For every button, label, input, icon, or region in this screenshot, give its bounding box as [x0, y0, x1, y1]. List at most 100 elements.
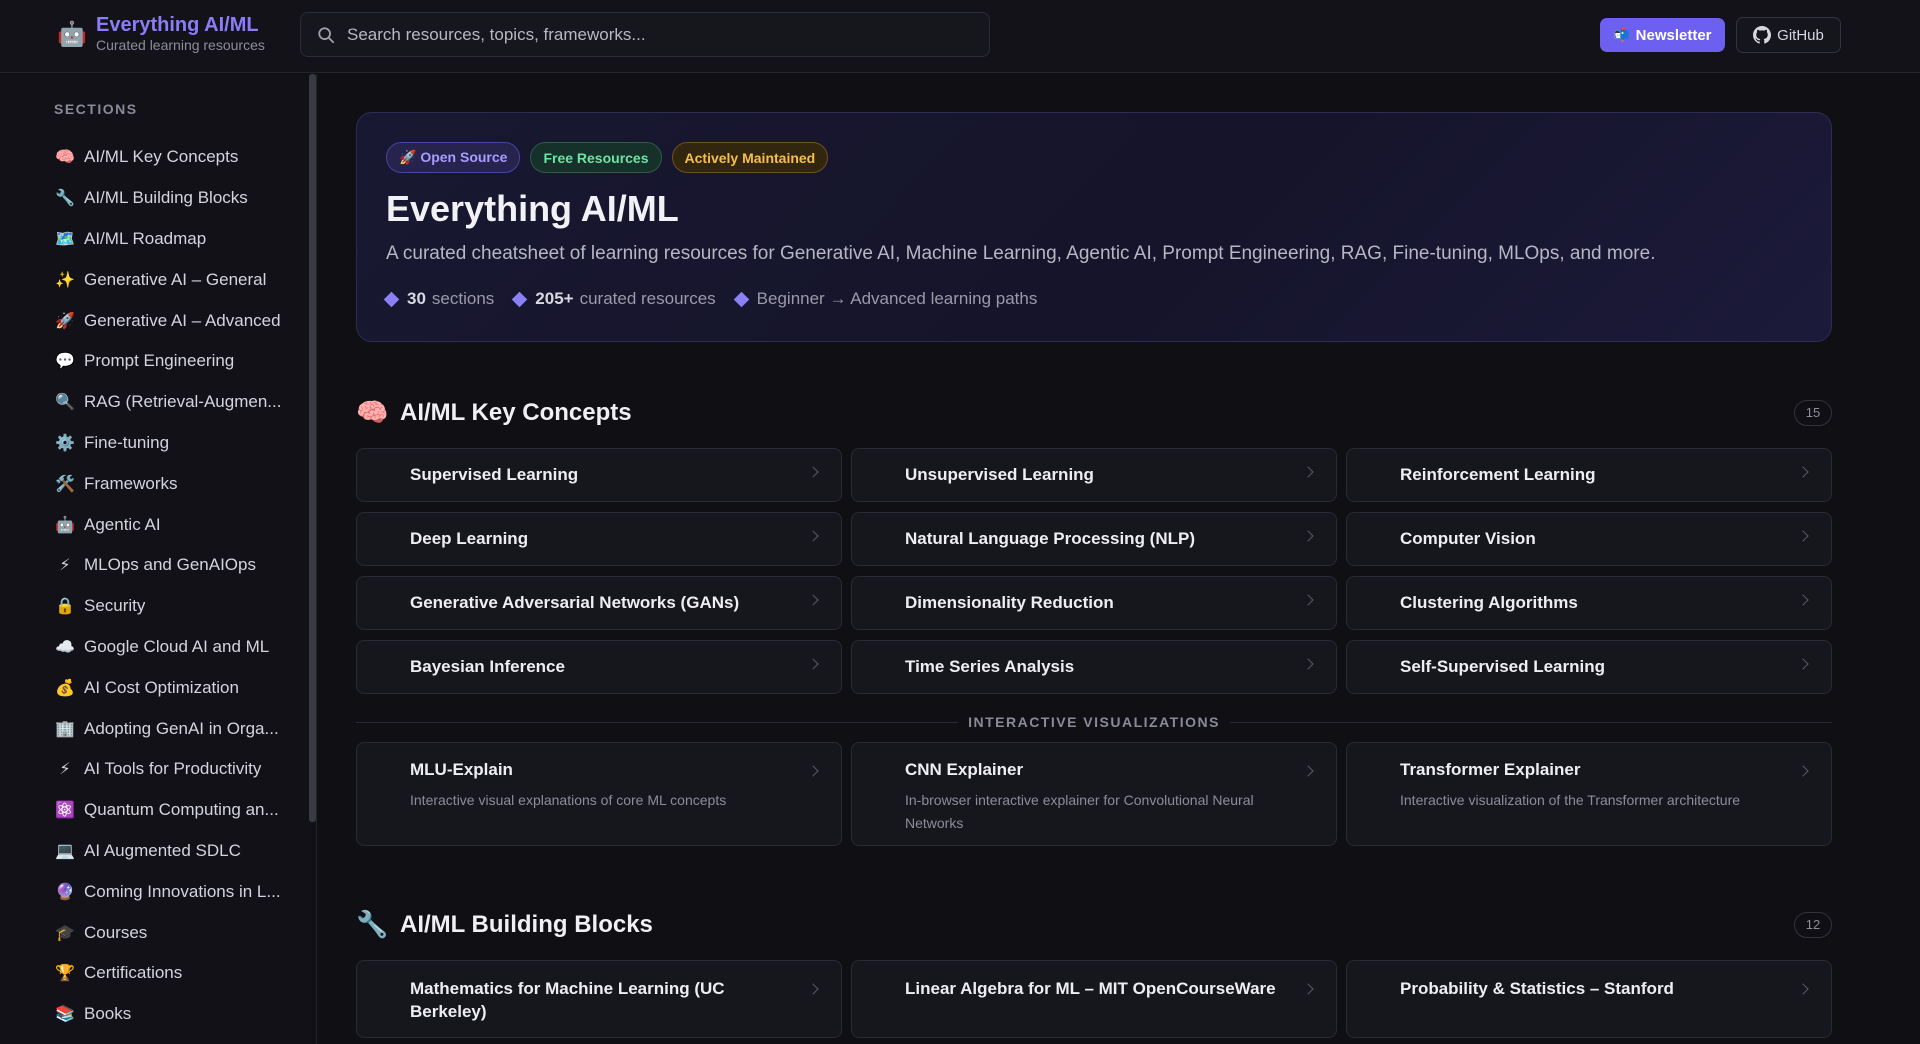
resource-card[interactable]: Computer Vision — [1346, 512, 1832, 566]
chevron-right-icon — [807, 765, 819, 777]
sidebar-item-icon: 🔒 — [55, 598, 75, 616]
sidebar-item-icon: ⚡ — [59, 761, 71, 779]
chevron-right-icon — [1797, 765, 1809, 777]
mailbox-icon: 📬 — [1613, 27, 1630, 42]
sidebar-item[interactable]: 💻 AI Augmented SDLC — [54, 831, 294, 872]
sidebar-item[interactable]: 🤖 Agentic AI — [54, 504, 294, 545]
newsletter-button[interactable]: 📬 Newsletter — [1600, 18, 1725, 52]
free-resources-badge: Free Resources — [530, 142, 662, 173]
diamond-icon — [512, 291, 528, 307]
visualization-card-description: Interactive visualization of the Transfo… — [1400, 792, 1741, 808]
sidebar-item[interactable]: 🏆 Certifications — [54, 953, 294, 994]
resource-card[interactable]: Deep Learning — [356, 512, 842, 566]
hero-banner: 🚀 Open Source Free Resources Actively Ma… — [356, 112, 1832, 342]
resource-card-title: Linear Algebra for ML – MIT OpenCourseWa… — [905, 979, 1276, 998]
resource-card[interactable]: Linear Algebra for ML – MIT OpenCourseWa… — [851, 960, 1337, 1038]
sidebar-item[interactable]: 🔧 AI/ML Building Blocks — [54, 178, 294, 219]
sidebar-item-icon: 🔧 — [55, 190, 75, 208]
resource-card[interactable]: Unsupervised Learning — [851, 448, 1337, 502]
sidebar-item-label: MLOps and GenAIOps — [84, 555, 256, 575]
sidebar-item-icon: 📚 — [55, 1006, 75, 1024]
sidebar-item[interactable]: 💰 AI Cost Optimization — [54, 667, 294, 708]
sidebar-item-icon: 🚀 — [55, 312, 75, 330]
chevron-right-icon — [1797, 594, 1809, 606]
resource-card[interactable]: Supervised Learning — [356, 448, 842, 502]
resource-card[interactable]: Dimensionality Reduction — [851, 576, 1337, 630]
resource-card[interactable]: Generative Adversarial Networks (GANs) — [356, 576, 842, 630]
sidebar-item-label: Books — [84, 1004, 132, 1024]
chevron-right-icon — [1302, 466, 1314, 478]
key-concepts-grid: Supervised Learning Unsupervised Learning… — [356, 448, 1834, 694]
resource-card[interactable]: Reinforcement Learning — [1346, 448, 1832, 502]
sidebar-item-label: Generative AI – Advanced — [84, 310, 281, 330]
chevron-right-icon — [1302, 658, 1314, 670]
resource-card[interactable]: Self-Supervised Learning — [1346, 640, 1832, 694]
resource-card[interactable]: Clustering Algorithms — [1346, 576, 1832, 630]
sidebar-heading: SECTIONS — [54, 101, 138, 117]
resource-card[interactable]: Probability & Statistics – Stanford — [1346, 960, 1832, 1038]
visualization-card[interactable]: CNN Explainer In-browser interactive expl… — [851, 742, 1337, 846]
sidebar-item-label: AI/ML Roadmap — [84, 228, 207, 248]
sidebar-item[interactable]: ⚡ MLOps and GenAIOps — [54, 545, 294, 586]
sidebar-item-label: Certifications — [84, 963, 183, 983]
sidebar-item-label: Adopting GenAI in Orga... — [84, 718, 279, 738]
sidebar-item[interactable]: 🔮 Coming Innovations in L... — [54, 871, 294, 912]
search-input[interactable] — [347, 24, 947, 45]
resource-card-title: Mathematics for Machine Learning (UC Ber… — [410, 979, 725, 1021]
sidebar-item[interactable]: ✨ Generative AI – General — [54, 259, 294, 300]
sidebar-item-icon: 🤖 — [55, 516, 75, 534]
resource-card[interactable]: Bayesian Inference — [356, 640, 842, 694]
chevron-right-icon — [807, 594, 819, 606]
top-bar: 🤖 Everything AI/ML Curated learning reso… — [0, 0, 1920, 73]
chevron-right-icon — [1302, 530, 1314, 542]
sidebar-item[interactable]: 🧠 AI/ML Key Concepts — [54, 137, 294, 178]
sidebar-item-label: Agentic AI — [84, 514, 161, 534]
brain-icon: 🧠 — [356, 397, 389, 427]
chevron-right-icon — [1797, 983, 1809, 995]
sidebar-item[interactable]: 🎓 Courses — [54, 912, 294, 953]
brand-subtitle: Curated learning resources — [96, 37, 265, 53]
section-header-building-blocks: 🔧 AI/ML Building Blocks 12 — [356, 909, 1832, 940]
chevron-right-icon — [1797, 466, 1809, 478]
sidebar-item-label: AI Augmented SDLC — [84, 840, 241, 860]
resource-card-title: Computer Vision — [1400, 529, 1536, 548]
sidebar-item-label: Quantum Computing an... — [84, 800, 279, 820]
sidebar-item[interactable]: 🗺️ AI/ML Roadmap — [54, 219, 294, 260]
chevron-right-icon — [807, 530, 819, 542]
sidebar-item[interactable]: 🛠️ Frameworks — [54, 463, 294, 504]
sidebar-item[interactable]: ⚛️ Quantum Computing an... — [54, 790, 294, 831]
sidebar-item[interactable]: 🔍 RAG (Retrieval-Augmen... — [54, 382, 294, 423]
visualization-card[interactable]: MLU-Explain Interactive visual explanatio… — [356, 742, 842, 846]
sidebar-item[interactable]: 💬 Prompt Engineering — [54, 341, 294, 382]
sidebar-scrollbar[interactable] — [309, 74, 316, 822]
github-icon — [1753, 26, 1772, 44]
sidebar-item[interactable]: ⚙️ Fine-tuning — [54, 423, 294, 464]
sidebar-item[interactable]: 🏢 Adopting GenAI in Orga... — [54, 708, 294, 749]
newsletter-label: Newsletter — [1635, 26, 1712, 44]
resource-card[interactable]: Time Series Analysis — [851, 640, 1337, 694]
brand[interactable]: 🤖 Everything AI/ML Curated learning reso… — [57, 14, 265, 54]
github-button[interactable]: GitHub — [1736, 17, 1841, 53]
diamond-icon — [383, 291, 400, 307]
sidebar-item[interactable]: 🔒 Security — [54, 586, 294, 627]
sidebar-item-icon: ✨ — [55, 271, 75, 289]
sidebar-item[interactable]: 📚 Books — [54, 994, 294, 1035]
sidebar-item[interactable]: ☁️ Google Cloud AI and ML — [54, 627, 294, 668]
resource-card-title: Reinforcement Learning — [1400, 465, 1596, 484]
stat-value: 205+ — [535, 289, 574, 308]
resource-card[interactable]: Mathematics for Machine Learning (UC Ber… — [356, 960, 842, 1038]
resource-card[interactable]: Natural Language Processing (NLP) — [851, 512, 1337, 566]
chevron-right-icon — [807, 658, 819, 670]
stat-resources: 205+ curated resources — [512, 289, 716, 309]
resource-card-title: Deep Learning — [410, 529, 529, 548]
sidebar-item[interactable]: 🚀 Generative AI – Advanced — [54, 300, 294, 341]
building-blocks-grid: Mathematics for Machine Learning (UC Ber… — [356, 960, 1834, 1038]
chevron-right-icon — [1302, 983, 1314, 995]
sidebar-item-icon: 🧠 — [55, 149, 75, 167]
chevron-right-icon — [1302, 765, 1314, 777]
visualization-card-title: MLU-Explain — [410, 760, 513, 779]
stat-sections: 30 sections — [383, 289, 494, 309]
visualization-card[interactable]: Transformer Explainer Interactive visuali… — [1346, 742, 1832, 846]
sidebar-item[interactable]: ⚡ AI Tools for Productivity — [54, 749, 294, 790]
search-box[interactable] — [300, 12, 990, 57]
